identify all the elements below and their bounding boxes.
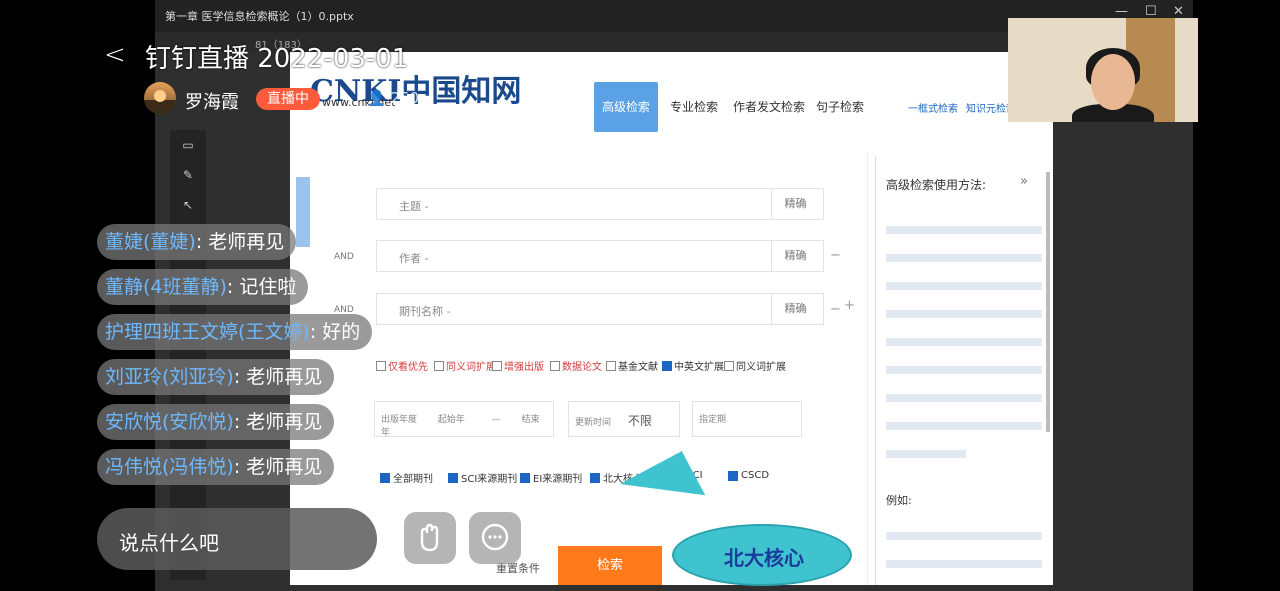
chat-message: 董婕(董婕): 老师再见 [97, 224, 297, 260]
pen-icon: ✎ [182, 168, 194, 182]
minus-icon: − [830, 248, 841, 263]
plus-icon: + [844, 298, 855, 313]
specified-period-label: 指定期 [699, 415, 727, 425]
chat-input[interactable]: 说点什么吧 [97, 508, 377, 570]
help-text-line [886, 254, 1042, 262]
callout-bubble: 北大核心 [672, 524, 852, 586]
comment-icon [481, 523, 509, 551]
help-text-line [886, 226, 1042, 234]
minimize-icon: — [1115, 4, 1128, 19]
source-ei: EI来源期刊 [520, 470, 582, 485]
live-stream-screen: 第一章 医学信息检索概论（1）0.pptx — ☐ ✕ 81（183） ▭ ✎ … [0, 0, 1280, 591]
checkbox-cn-en: 中英文扩展 [662, 358, 724, 373]
help-text-line [886, 310, 1042, 318]
wave-hand-icon [420, 523, 439, 552]
minus-icon: − [830, 302, 841, 317]
slide: CNKI中国知网 www.cnki.net 高级检索 专业检索 作者发文检索 句… [290, 52, 1053, 586]
avatar-image [144, 90, 176, 114]
checkbox-enhanced: 增强出版 [492, 358, 544, 373]
chat-message: 董静(4班董静): 记住啦 [97, 269, 309, 305]
help-text-line [886, 532, 1042, 540]
link-simple-search: 一框式检索 [908, 104, 958, 115]
checkbox-priority: 仅看优先 [376, 358, 428, 373]
tab-professional-search: 专业检索 [670, 100, 719, 114]
viewer-count: 👤 250 [367, 89, 419, 107]
chat-input-placeholder: 说点什么吧 [119, 531, 219, 555]
callout-text: 北大核心 [724, 546, 804, 570]
subject-match-select: 精确 [771, 189, 819, 219]
source-sci: SCI来源期刊 [448, 470, 517, 485]
help-text-line [886, 338, 1042, 346]
chat-message: 冯伟悦(冯伟悦): 老师再见 [97, 449, 335, 485]
folder-icon: ▭ [182, 138, 194, 152]
avatar[interactable] [144, 82, 176, 114]
subject-field: 主题 - 精确 [376, 188, 824, 220]
start-year-label: 起始年 [437, 415, 465, 425]
slide-scrollbar [1046, 172, 1050, 432]
help-text-line [886, 422, 1042, 430]
chat-message: 护理四班王文婷(王文婷): 好的 [97, 314, 373, 350]
help-text-line [886, 366, 1042, 374]
viewer-count-value: 250 [390, 89, 420, 107]
help-title: 高级检索使用方法: [886, 178, 987, 192]
person-icon: 👤 [367, 89, 386, 107]
help-panel: 高级检索使用方法: » 例如: [875, 156, 1053, 585]
tab-sentence-search: 句子检索 [816, 100, 865, 114]
date-range-box: 出版年度 起始年 — 结束年 [374, 401, 554, 438]
back-arrow-icon[interactable]: < [104, 40, 126, 70]
tab-author-search: 作者发文检索 [733, 100, 806, 114]
source-cscd: CSCD [728, 470, 769, 481]
live-title: 钉钉直播 2022-03-01 [145, 44, 409, 74]
chat-message: 刘亚玲(刘亚玲): 老师再见 [97, 359, 335, 395]
window-title: 第一章 医学信息检索概论（1）0.pptx [165, 10, 354, 23]
search-button: 检索 [558, 546, 662, 585]
checkbox-data-paper: 数据论文 [550, 358, 602, 373]
pub-year-label: 出版年度 [381, 415, 418, 425]
source-all-journals: 全部期刊 [380, 470, 433, 485]
comment-button[interactable] [469, 512, 521, 564]
checkbox-synonym-2: 同义词扩展 [724, 358, 786, 373]
help-text-line [886, 282, 1042, 290]
update-time-label: 更新时间 [575, 418, 612, 428]
update-time-box: 更新时间 不限 [568, 401, 680, 437]
checkbox-fund: 基金文献 [606, 358, 658, 373]
help-example-label: 例如: [886, 494, 912, 507]
help-text-line [886, 450, 966, 458]
and-label-1: AND [334, 252, 354, 262]
presenter-face [1091, 54, 1135, 110]
journal-placeholder: 期刊名称 - [399, 305, 451, 318]
update-time-value: 不限 [627, 414, 652, 428]
journal-field: 期刊名称 - 精确 [376, 293, 824, 325]
maximize-icon: ☐ [1145, 4, 1157, 19]
live-badge: 直播中 [256, 88, 320, 110]
close-icon: ✕ [1173, 4, 1184, 19]
author-placeholder: 作者 - [399, 252, 429, 265]
wave-hand-button[interactable] [404, 512, 456, 564]
chat-message: 安欣悦(安欣悦): 老师再见 [97, 404, 335, 440]
journal-match-select: 精确 [771, 294, 819, 324]
specified-period-box: 指定期 [692, 401, 802, 437]
subject-placeholder: 主题 - [399, 200, 429, 213]
help-text-line [886, 560, 1042, 568]
expand-icon: » [1020, 174, 1028, 189]
author-field: 作者 - 精确 [376, 240, 824, 272]
help-text-line [886, 394, 1042, 402]
host-name: 罗海霞 [185, 92, 239, 113]
checkbox-synonym: 同义词扩展 [434, 358, 496, 373]
author-match-select: 精确 [771, 241, 819, 271]
form-side-tag [296, 177, 310, 247]
presenter-webcam [1008, 18, 1198, 122]
tab-advanced-search: 高级检索 [594, 82, 658, 132]
pointer-icon: ↖ [182, 198, 194, 212]
